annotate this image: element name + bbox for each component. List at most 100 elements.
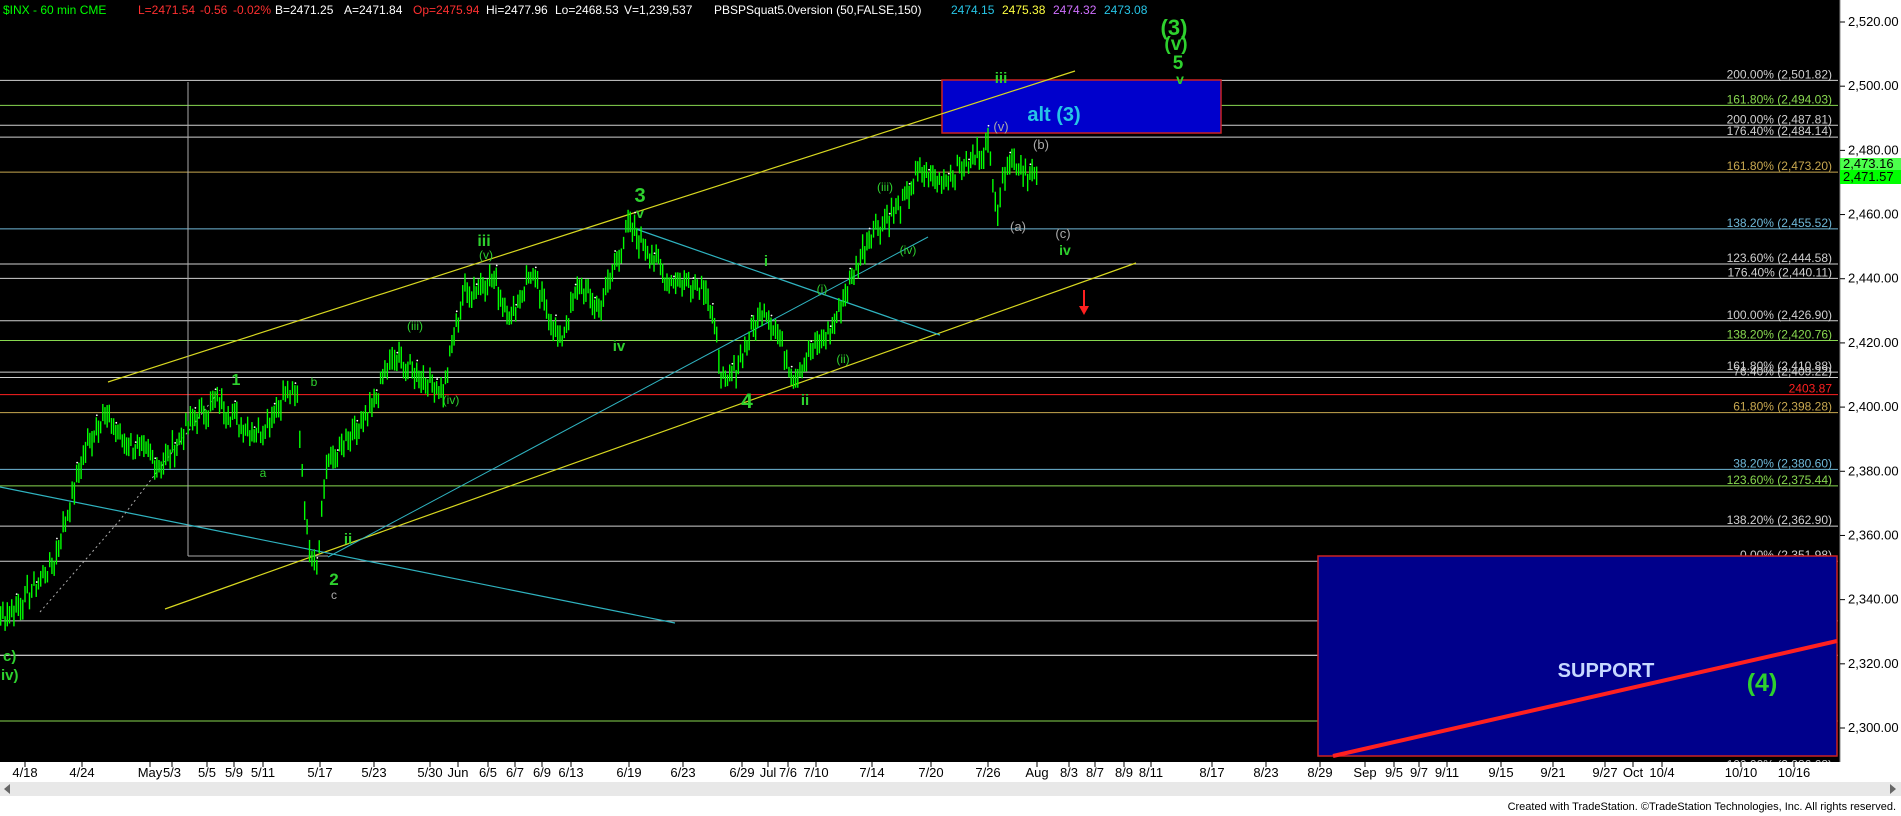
- level-label-12: 2403.87: [1789, 382, 1833, 396]
- header-volume: V=1,239,537: [624, 3, 693, 17]
- price-dot-432: [928, 168, 930, 171]
- alt-3-label: alt (3): [1027, 104, 1080, 126]
- wave-iv-target-label: iv: [1059, 242, 1071, 258]
- price-dot-441: [947, 172, 950, 175]
- price-dot-180: [375, 389, 378, 392]
- level-label-3: 176.40% (2,484.14): [1727, 124, 1832, 138]
- alt-3-zone: [941, 79, 1222, 134]
- x-tick-label-3: 5/3: [163, 765, 181, 780]
- header-study-value-1: 2474.15: [951, 3, 995, 17]
- price-dot-144: [294, 382, 297, 385]
- x-tick-label-7: 5/17: [307, 765, 332, 780]
- x-tick-label-19: 7/6: [779, 765, 797, 780]
- header-symbol: $INX - 60 min CME: [3, 3, 106, 17]
- price-dot-459: [987, 124, 990, 127]
- target-box: alt (3): [941, 79, 1222, 134]
- level-label-7: 176.40% (2,440.11): [1727, 265, 1832, 279]
- wave-i-label: i: [764, 253, 768, 270]
- price-dot-162: [336, 449, 339, 451]
- header-bid: B=2471.25: [275, 3, 334, 17]
- price-dot-288: [614, 250, 617, 252]
- wave-iv-paren-label-2: (iv): [900, 243, 917, 257]
- x-tick-label-27: 8/9: [1115, 765, 1133, 780]
- x-tick-label-35: 9/11: [1435, 765, 1459, 780]
- x-tick-label-26: 8/7: [1086, 765, 1104, 780]
- y-tick-label-4: 2,380.00: [1848, 463, 1899, 478]
- wave-v-paren-small-label: (v): [479, 248, 493, 262]
- x-tick-label-8: 5/23: [361, 765, 386, 780]
- price-dot-126: [253, 426, 256, 429]
- price-dot-360: [770, 314, 773, 317]
- y-tick-label-10: 2,500.00: [1848, 78, 1899, 93]
- wave-2-label: 2: [329, 570, 338, 589]
- price-chart: 200.00% (2,501.82)161.80% (2,494.03)200.…: [0, 0, 1901, 816]
- price-dot-378: [810, 340, 813, 343]
- price-dot-90: [174, 441, 177, 444]
- wave-a-label: a: [260, 466, 267, 480]
- price-dot-279: [594, 296, 596, 299]
- price-dot-261: [555, 314, 557, 317]
- price-dot-189: [396, 351, 399, 354]
- x-tick-label-40: 10/4: [1649, 765, 1674, 780]
- wave-ii-label-2: ii: [344, 531, 352, 548]
- price-dot-72: [134, 441, 137, 444]
- scrollbar[interactable]: [0, 782, 1901, 796]
- x-tick-label-6: 5/11: [251, 765, 275, 780]
- price-dot-54: [95, 414, 98, 417]
- x-tick-label-31: 8/29: [1307, 765, 1332, 780]
- wave-iii-paren-label-2: (iii): [877, 180, 893, 194]
- header-change: -0.56: [200, 3, 228, 17]
- wave-ii-label: ii: [801, 392, 809, 409]
- price-dot-45: [76, 461, 79, 464]
- x-tick-label-41: 10/10: [1725, 765, 1758, 780]
- x-tick-label-34: 9/7: [1410, 765, 1428, 780]
- x-tick-label-4: 5/5: [198, 765, 216, 780]
- wave-1-label: 1: [232, 372, 241, 389]
- price-dot-207: [436, 378, 439, 380]
- wave-v-paren-top-label: (v): [993, 119, 1008, 134]
- y-tick-label-7: 2,440.00: [1848, 271, 1899, 286]
- header-open: Op=2475.94: [413, 3, 480, 17]
- price-dot-216: [455, 310, 458, 313]
- x-tick-label-0: 4/18: [12, 765, 37, 780]
- y-tick-label-2: 2,340.00: [1848, 592, 1899, 607]
- level-label-13: 61.80% (2,398.28): [1733, 400, 1832, 414]
- x-tick-label-5: 5/9: [225, 765, 243, 780]
- x-tick-label-32: Sep: [1353, 765, 1376, 780]
- x-tick-label-2: May: [138, 765, 163, 780]
- wave-v-label: v: [1176, 71, 1184, 87]
- price-dot-63: [115, 421, 118, 424]
- x-tick-label-13: 6/9: [533, 765, 551, 780]
- price-dot-342: [731, 362, 734, 365]
- level-label-6: 123.60% (2,444.58): [1727, 251, 1832, 265]
- x-tick-label-16: 6/23: [670, 765, 695, 780]
- header-study-value-3: 2474.32: [1053, 3, 1097, 17]
- level-label-8: 100.00% (2,426.90): [1727, 308, 1832, 322]
- wave-ii-paren-label: (ii): [836, 352, 849, 366]
- level-label-5: 138.20% (2,455.52): [1727, 216, 1832, 230]
- header-study-value-2: 2475.38: [1002, 3, 1046, 17]
- wave-b-label: b: [311, 375, 318, 389]
- price-dot-225: [475, 283, 478, 286]
- price-dot-18: [15, 593, 18, 596]
- x-tick-label-29: 8/17: [1199, 765, 1224, 780]
- x-tick-label-22: 7/20: [918, 765, 943, 780]
- wave-3-label: 3: [634, 185, 645, 207]
- x-tick-label-30: 8/23: [1253, 765, 1278, 780]
- price-dot-135: [273, 402, 276, 405]
- wave-v-small-label: v: [636, 205, 644, 221]
- x-tick-label-36: 9/15: [1488, 765, 1513, 780]
- x-tick-label-38: 9/27: [1592, 765, 1617, 780]
- x-tick-label-15: 6/19: [616, 765, 641, 780]
- x-tick-label-1: 4/24: [69, 765, 94, 780]
- wave-a-paren-label: (a): [1010, 219, 1026, 234]
- wave-iv-close-label: iv): [1, 667, 19, 684]
- x-tick-label-42: 10/16: [1778, 765, 1811, 780]
- header-study: PBSPSquat5.0version (50,FALSE,150): [714, 3, 921, 17]
- footer-credit: Created with TradeStation. ©TradeStation…: [1508, 801, 1896, 813]
- price-dot-171: [356, 419, 359, 422]
- price-dot-405: [868, 227, 871, 230]
- wave-c-paren-label: (c): [1055, 226, 1070, 241]
- price-dot-117: [234, 400, 237, 403]
- level-label-0: 200.00% (2,501.82): [1727, 67, 1832, 81]
